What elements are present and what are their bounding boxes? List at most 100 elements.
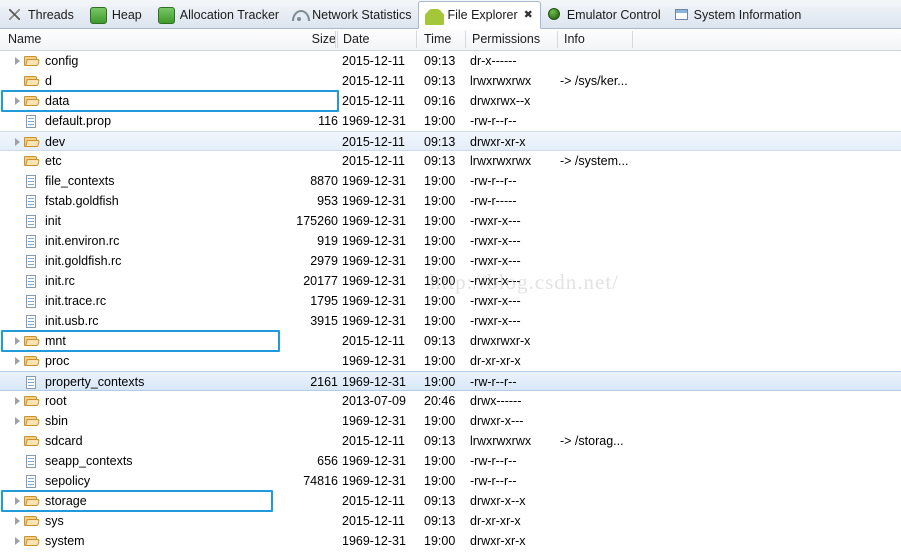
tab-allocation-tracker[interactable]: Allocation Tracker bbox=[149, 1, 286, 28]
cell-time: 19:00 bbox=[424, 251, 464, 271]
table-row[interactable]: sys2015-12-1109:13dr-xr-xr-x bbox=[0, 511, 901, 531]
column-header-info[interactable]: Info bbox=[564, 29, 630, 50]
cell-time: 09:13 bbox=[424, 331, 464, 351]
expand-spacer bbox=[13, 211, 24, 231]
table-row[interactable]: proc1969-12-3119:00dr-xr-xr-x bbox=[0, 351, 901, 371]
table-row[interactable]: init.environ.rc9191969-12-3119:00-rwxr-x… bbox=[0, 231, 901, 251]
cell-size bbox=[230, 431, 338, 451]
table-row[interactable]: fstab.goldfish9531969-12-3119:00-rw-r---… bbox=[0, 191, 901, 211]
file-name-label: sdcard bbox=[45, 431, 83, 451]
column-header-time[interactable]: Time bbox=[424, 29, 466, 50]
table-row[interactable]: storage2015-12-1109:13drwxr-x--x bbox=[0, 491, 901, 511]
table-row[interactable]: file_contexts88701969-12-3119:00-rw-r--r… bbox=[0, 171, 901, 191]
folder-icon bbox=[24, 394, 40, 408]
tab-emulator-control[interactable]: Emulator Control bbox=[541, 1, 668, 28]
folder-icon bbox=[24, 74, 40, 88]
cell-size: 8870 bbox=[230, 171, 338, 191]
cell-info bbox=[560, 471, 720, 491]
tab-file-explorer[interactable]: File Explorer✖ bbox=[418, 1, 540, 29]
column-divider-time[interactable] bbox=[465, 31, 466, 48]
close-icon[interactable]: ✖ bbox=[524, 10, 533, 21]
table-row[interactable]: init.rc201771969-12-3119:00-rwxr-x--- bbox=[0, 271, 901, 291]
column-divider-size[interactable] bbox=[335, 31, 336, 48]
sysinfo-icon bbox=[674, 7, 689, 22]
column-divider-permissions[interactable] bbox=[557, 31, 558, 48]
cell-time: 09:16 bbox=[424, 91, 464, 111]
column-header-date[interactable]: Date bbox=[343, 29, 417, 50]
cell-date: 1969-12-31 bbox=[342, 372, 418, 392]
chevron-right-icon[interactable] bbox=[13, 531, 24, 551]
expand-spacer bbox=[13, 111, 24, 131]
expand-spacer bbox=[13, 171, 24, 191]
cell-size: 919 bbox=[230, 231, 338, 251]
cell-size: 953 bbox=[230, 191, 338, 211]
cell-time: 19:00 bbox=[424, 471, 464, 491]
table-row[interactable]: sepolicy748161969-12-3119:00-rw-r--r-- bbox=[0, 471, 901, 491]
table-row[interactable]: seapp_contexts6561969-12-3119:00-rw-r--r… bbox=[0, 451, 901, 471]
cell-date: 2015-12-11 bbox=[342, 511, 418, 531]
expand-spacer bbox=[13, 251, 24, 271]
folder-icon bbox=[24, 334, 40, 348]
tab-system-information[interactable]: System Information bbox=[668, 1, 809, 28]
cell-time: 19:00 bbox=[424, 372, 464, 392]
cell-size: 74816 bbox=[230, 471, 338, 491]
file-list[interactable]: config2015-12-1109:13dr-x------d2015-12-… bbox=[0, 51, 901, 556]
cell-time: 19:00 bbox=[424, 531, 464, 551]
table-row[interactable]: root2013-07-0920:46drwx------ bbox=[0, 391, 901, 411]
table-row[interactable]: mnt2015-12-1109:13drwxrwxr-x bbox=[0, 331, 901, 351]
chevron-right-icon[interactable] bbox=[13, 331, 24, 351]
table-row[interactable]: dev2015-12-1109:13drwxr-xr-x bbox=[0, 131, 901, 151]
cell-time: 09:13 bbox=[424, 132, 464, 152]
file-icon bbox=[24, 214, 40, 228]
table-row[interactable]: system1969-12-3119:00drwxr-xr-x bbox=[0, 531, 901, 551]
cell-time: 19:00 bbox=[424, 411, 464, 431]
chevron-right-icon[interactable] bbox=[13, 91, 24, 111]
column-divider-date[interactable] bbox=[416, 31, 417, 48]
table-row[interactable]: d2015-12-1109:13lrwxrwxrwx-> /sys/ker... bbox=[0, 71, 901, 91]
expand-spacer bbox=[13, 291, 24, 311]
cell-date: 2015-12-11 bbox=[342, 491, 418, 511]
chevron-right-icon[interactable] bbox=[13, 132, 24, 152]
file-icon bbox=[24, 274, 40, 288]
table-row[interactable]: default.prop1161969-12-3119:00-rw-r--r-- bbox=[0, 111, 901, 131]
table-row[interactable]: sbin1969-12-3119:00drwxr-x--- bbox=[0, 411, 901, 431]
column-divider-name[interactable] bbox=[337, 31, 338, 48]
table-row[interactable]: property_contexts21611969-12-3119:00-rw-… bbox=[0, 371, 901, 391]
cell-size bbox=[230, 491, 338, 511]
cell-info: -> /storag... bbox=[560, 431, 720, 451]
chevron-right-icon[interactable] bbox=[13, 51, 24, 71]
cell-time: 19:00 bbox=[424, 111, 464, 131]
column-header-label: Info bbox=[564, 32, 585, 46]
cell-time: 19:00 bbox=[424, 291, 464, 311]
chevron-right-icon[interactable] bbox=[13, 391, 24, 411]
tab-heap[interactable]: Heap bbox=[81, 1, 149, 28]
table-row[interactable]: init.usb.rc39151969-12-3119:00-rwxr-x--- bbox=[0, 311, 901, 331]
chevron-right-icon[interactable] bbox=[13, 491, 24, 511]
table-row[interactable]: init.trace.rc17951969-12-3119:00-rwxr-x-… bbox=[0, 291, 901, 311]
android-icon bbox=[427, 9, 442, 24]
column-header-label: Date bbox=[343, 32, 369, 46]
chevron-right-icon[interactable] bbox=[13, 511, 24, 531]
expand-spacer bbox=[13, 471, 24, 491]
file-icon bbox=[24, 234, 40, 248]
cell-date: 1969-12-31 bbox=[342, 251, 418, 271]
table-row[interactable]: config2015-12-1109:13dr-x------ bbox=[0, 51, 901, 71]
file-name-label: sbin bbox=[45, 411, 68, 431]
table-row[interactable]: etc2015-12-1109:13lrwxrwxrwx-> /system..… bbox=[0, 151, 901, 171]
expand-spacer bbox=[13, 231, 24, 251]
table-row[interactable]: data2015-12-1109:16drwxrwx--x bbox=[0, 91, 901, 111]
tab-threads[interactable]: Threads bbox=[2, 1, 81, 28]
tab-network-statistics[interactable]: Network Statistics bbox=[286, 1, 418, 28]
table-row[interactable]: sdcard2015-12-1109:13lrwxrwxrwx-> /stora… bbox=[0, 431, 901, 451]
column-header-size[interactable]: Size bbox=[286, 29, 336, 50]
cell-size bbox=[230, 91, 338, 111]
chevron-right-icon[interactable] bbox=[13, 351, 24, 371]
tab-label: Emulator Control bbox=[567, 8, 661, 22]
cell-date: 2015-12-11 bbox=[342, 431, 418, 451]
table-row[interactable]: init.goldfish.rc29791969-12-3119:00-rwxr… bbox=[0, 251, 901, 271]
column-divider-trailing[interactable] bbox=[632, 31, 633, 48]
table-row[interactable]: init1752601969-12-3119:00-rwxr-x--- bbox=[0, 211, 901, 231]
chevron-right-icon[interactable] bbox=[13, 411, 24, 431]
column-header-permissions[interactable]: Permissions bbox=[472, 29, 558, 50]
column-header-row[interactable]: NameSizeDateTimePermissionsInfo bbox=[0, 29, 901, 51]
